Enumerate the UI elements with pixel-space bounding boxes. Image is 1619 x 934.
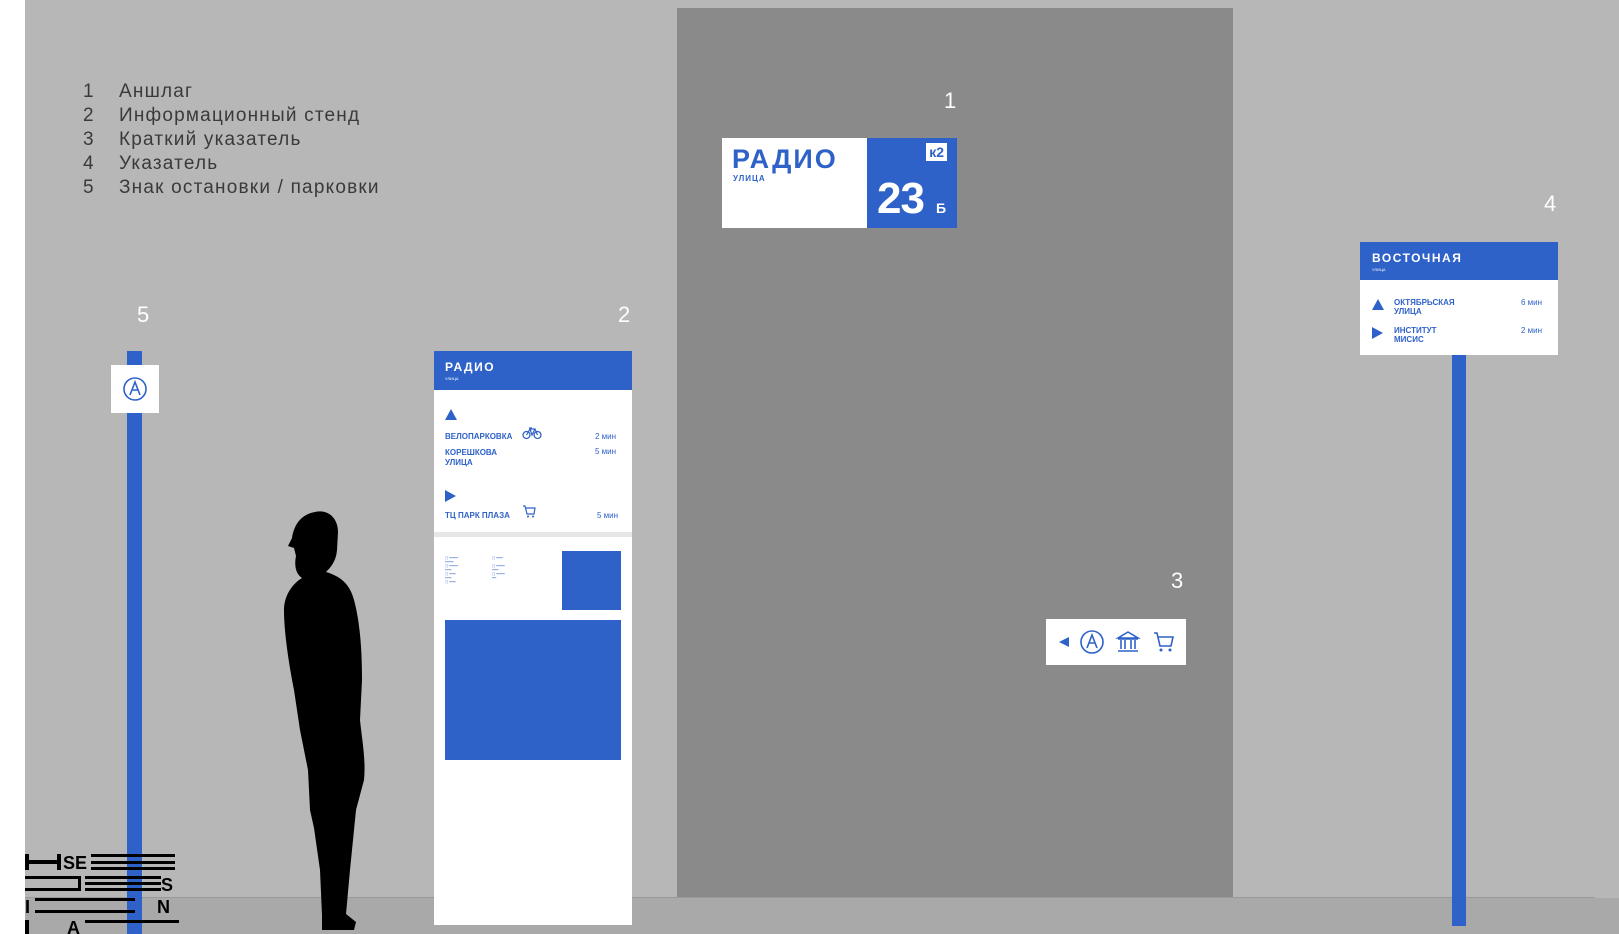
svg-text:A: A (67, 918, 80, 934)
direction-pointer: ВОСТОЧНАЯ УЛИЦА ОКТЯБРЬСКАЯ УЛИЦА 6 мин … (1360, 242, 1558, 355)
marker-5: 5 (137, 302, 150, 327)
svg-text:N: N (157, 897, 170, 917)
dest-bike-parking-time: 2 мин (595, 432, 617, 441)
street-type: УЛИЦА (733, 174, 766, 183)
floor (25, 898, 1619, 934)
marker-4: 4 (1544, 191, 1557, 216)
qr-code-block (562, 551, 621, 610)
museum-icon (1115, 631, 1141, 652)
legend-item: 4 Указатель (83, 153, 219, 174)
person-silhouette (284, 511, 365, 930)
arrow-right-icon (445, 490, 456, 502)
arrow-up-icon (1372, 299, 1384, 310)
house-number: 23 (877, 174, 925, 223)
svg-text:SE: SE (63, 853, 87, 873)
dest-koreshkova: КОРЕШКОВА УЛИЦА (445, 448, 498, 467)
house-number-panel: к2 23 Б (867, 138, 957, 228)
dest-oktyabrskaya: ОКТЯБРЬСКАЯ УЛИЦА (1394, 298, 1455, 316)
parking-icon (123, 377, 147, 401)
korpus-badge: к2 (926, 143, 947, 161)
hse-design-lab-logo: SE S I N A (25, 853, 179, 934)
pointer-pole (1452, 350, 1466, 926)
dest-oktyabrskaya-time: 6 мин (1521, 298, 1543, 307)
legend-item: 2 Информационный стенд (83, 105, 361, 126)
info-stand-header: РАДИО УЛИЦА (434, 351, 632, 390)
house-letter: Б (936, 200, 947, 216)
dest-misis-time: 2 мин (1521, 326, 1543, 335)
legend-item: 1 Аншлаг (83, 81, 194, 102)
parking-icon (1080, 630, 1104, 654)
dest-koreshkova-time: 5 мин (595, 447, 617, 456)
svg-text:I: I (25, 897, 30, 917)
dest-bike-parking: ВЕЛОПАРКОВКА (445, 432, 513, 441)
legend-item: 3 Краткий указатель (83, 129, 302, 150)
cart-icon (1154, 632, 1174, 652)
dest-mall: ТЦ ПАРК ПЛАЗА (445, 511, 510, 520)
pointer-street-type: УЛИЦА (1372, 267, 1386, 272)
map-legend-list: ▢ ━━━ ▢ ━━━━ ━━━ ▢ ━━━━ ━━ (492, 556, 505, 580)
info-stand-street-type: УЛИЦА (445, 376, 459, 381)
legend: 1 Аншлаг 2 Информационный стенд 3 Краткий у… (83, 80, 380, 200)
marker-2: 2 (618, 302, 631, 327)
street-name: РАДИО (732, 144, 838, 174)
area-map (445, 620, 621, 760)
svg-text:S: S (161, 875, 173, 895)
address-plate: РАДИО УЛИЦА к2 23 Б (722, 138, 957, 228)
stop-pole (127, 351, 142, 934)
marker-3: 3 (1171, 568, 1184, 593)
bicycle-icon (522, 427, 542, 440)
dest-mall-time: 5 мин (597, 511, 619, 520)
legend-item: 5 Знак остановки / парковки (83, 177, 380, 198)
map-legend-list: ▢ ━━━━ ━━━━ ▢ ━━━━ ━━━ ▢ ━━━ ━━━ ▢ ━━━ (445, 556, 458, 584)
marker-1: 1 (944, 88, 957, 113)
parking-stop-sign (111, 365, 159, 413)
arrow-up-icon (445, 409, 457, 420)
cart-icon (523, 505, 536, 518)
arrow-right-icon (1372, 327, 1383, 339)
arrow-left-icon (1059, 637, 1069, 647)
signage-scene: 1 Аншлаг 2 Информационный стенд 3 Краткий у… (0, 0, 1619, 934)
pointer-street: ВОСТОЧНАЯ (1372, 251, 1463, 265)
dest-misis: ИНСТИТУТ МИСИС (1394, 326, 1437, 344)
pointer-header: ВОСТОЧНАЯ УЛИЦА (1360, 242, 1558, 280)
short-pointer (1046, 619, 1186, 665)
info-stand-street: РАДИО (445, 360, 496, 374)
divider (434, 532, 632, 537)
info-stand: РАДИО УЛИЦА ВЕЛОПАРКОВКА 2 мин КОРЕШКОВА… (434, 351, 632, 925)
